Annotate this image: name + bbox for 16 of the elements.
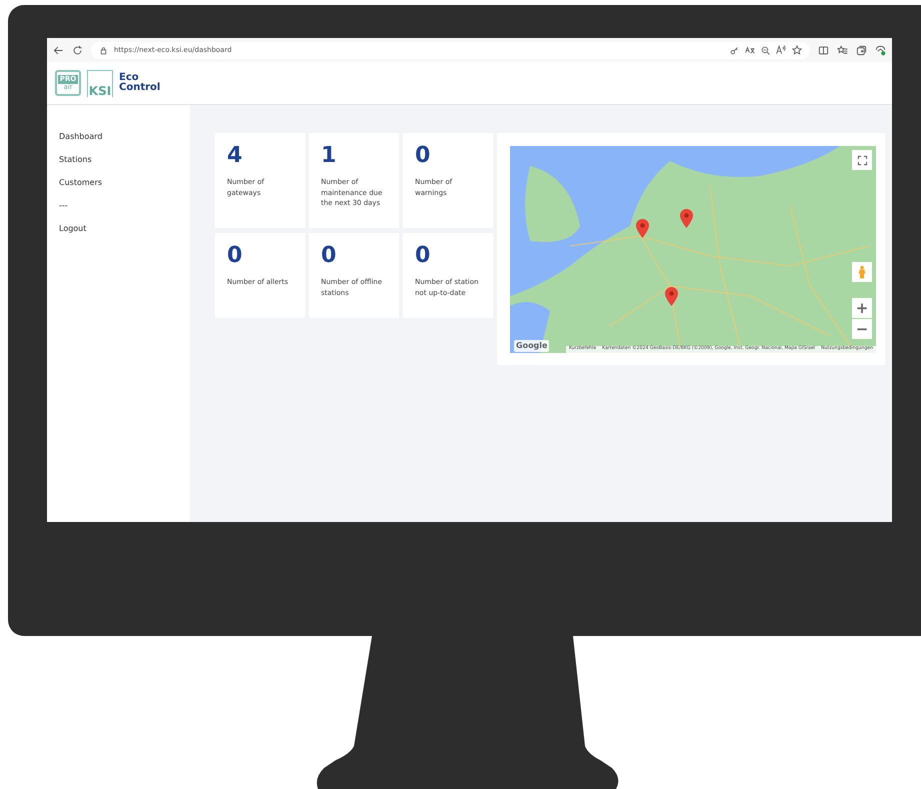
stat-value: 0 (415, 145, 432, 167)
ksi-logo: KSI (87, 70, 113, 96)
stat-value: 1 (321, 145, 338, 167)
sidebar-item[interactable]: Customers (59, 177, 178, 189)
sidebar-item[interactable]: Stations (59, 154, 178, 166)
map-provider-logo: Google (514, 340, 550, 352)
sidebar-item[interactable]: Dashboard (59, 131, 178, 143)
zoom-in-button[interactable]: + (852, 298, 872, 318)
stat-value: 0 (321, 245, 338, 267)
app-title: Eco Control (119, 72, 160, 94)
sidebar-item[interactable]: --- (59, 200, 178, 212)
stat-value: 4 (227, 145, 244, 167)
zoom-out-button[interactable]: − (852, 319, 872, 339)
sidebar-item[interactable]: Logout (59, 223, 178, 235)
stat-value: 0 (227, 245, 244, 267)
stat-value: 0 (415, 245, 432, 267)
